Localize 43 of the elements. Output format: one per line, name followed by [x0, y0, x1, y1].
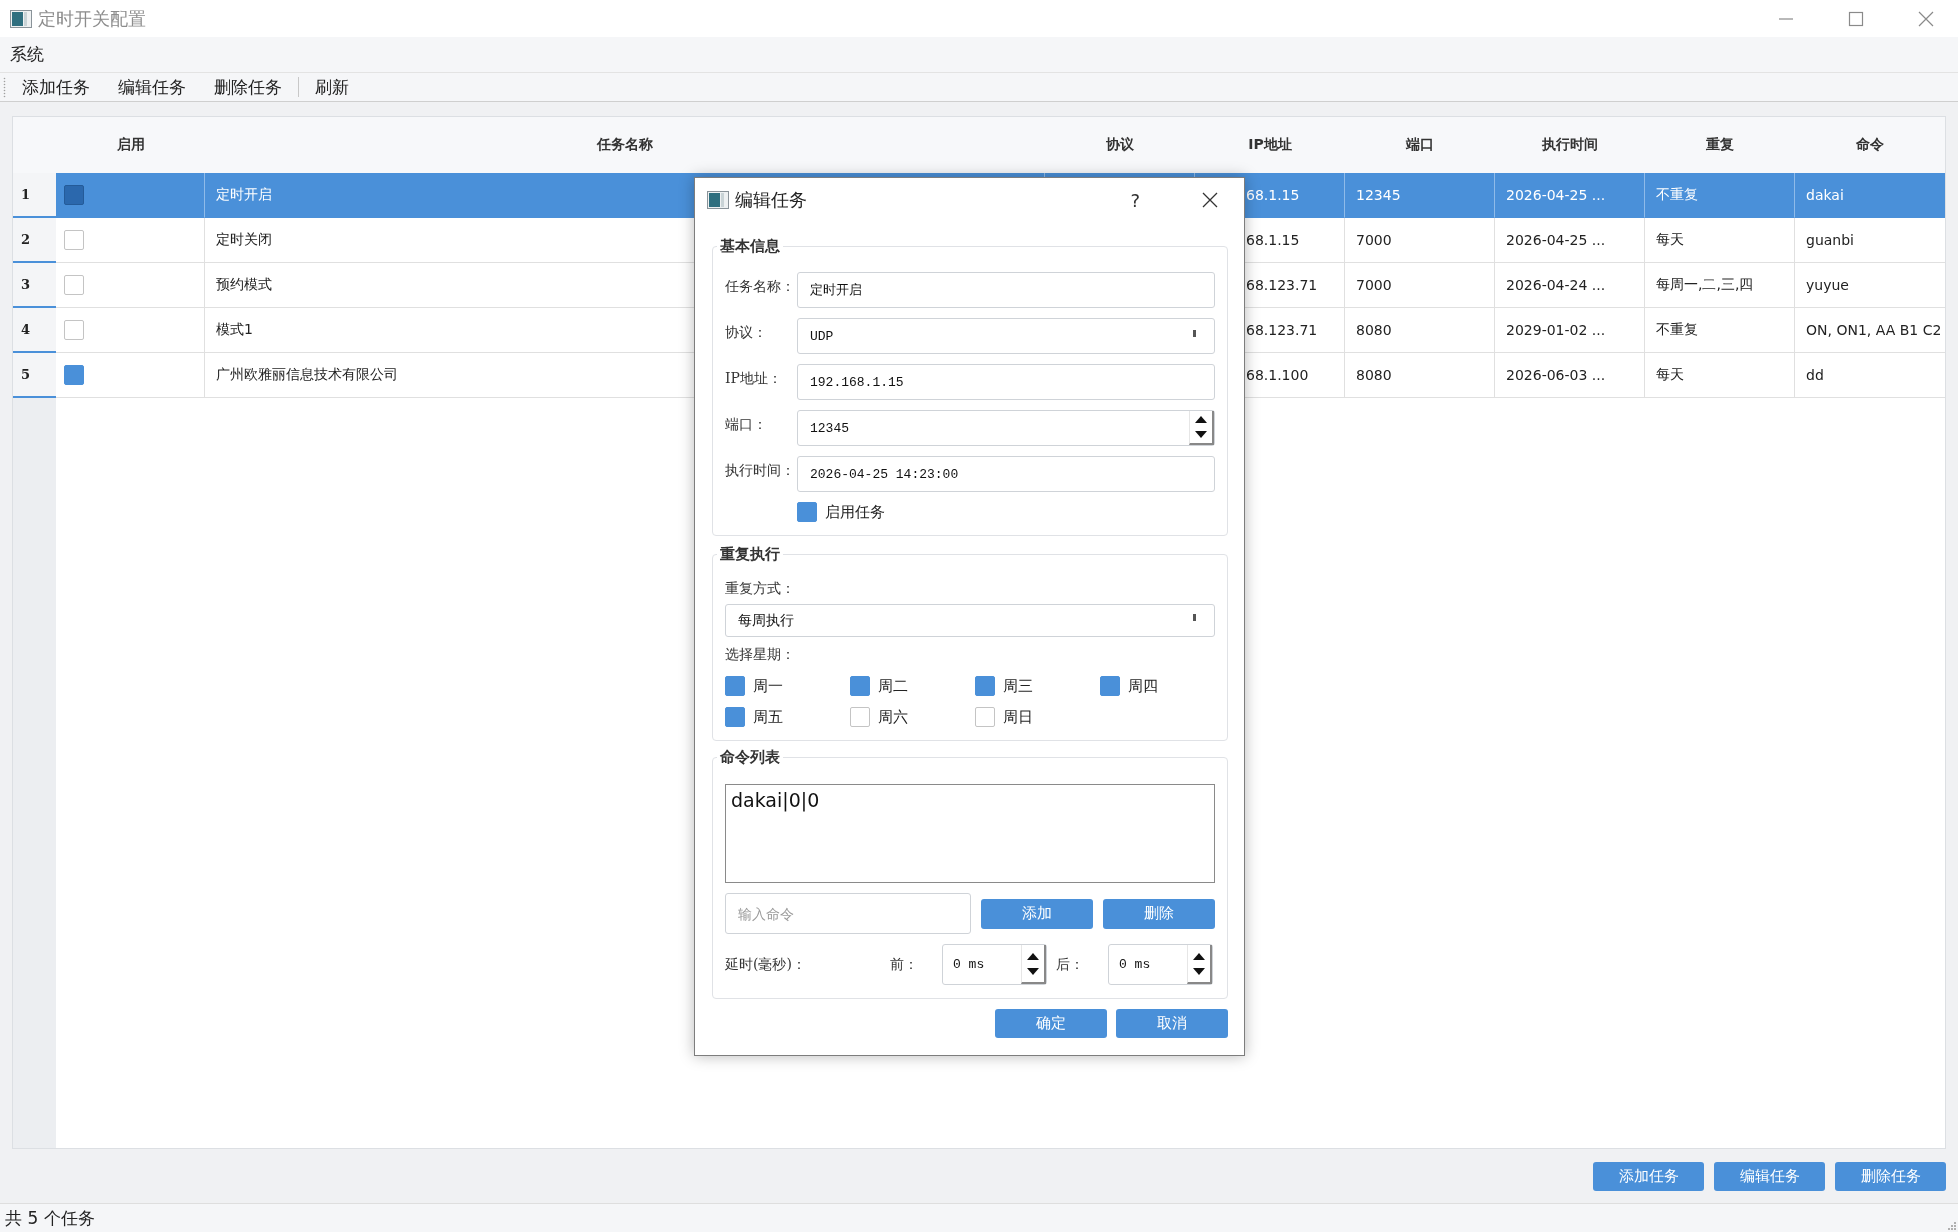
- ip-address-text: 68.1.100: [1246, 367, 1309, 383]
- field-label: 延时(毫秒)：: [725, 955, 807, 974]
- ip-address-text: 68.123.71: [1246, 322, 1318, 338]
- field-label: 重复方式：: [725, 579, 796, 597]
- checkbox-label: 周一: [753, 676, 783, 696]
- checkbox-label: 周三: [1003, 676, 1033, 696]
- checkbox-label: 启用任务: [825, 502, 885, 522]
- group-title: 命令列表: [719, 747, 781, 767]
- field-label: 端口：: [725, 415, 768, 434]
- table-cell: 8080: [1345, 353, 1495, 398]
- checkbox-label: 周二: [878, 676, 908, 696]
- checkbox-label: 周五: [753, 707, 783, 727]
- status-text: 共 5 个任务: [5, 1206, 95, 1230]
- group-title: 重复执行: [719, 544, 781, 564]
- field-label: 协议：: [725, 323, 768, 342]
- row-number: 5: [13, 353, 56, 398]
- checkbox-label: 周四: [1128, 676, 1158, 696]
- table-cell: 每天: [1645, 353, 1795, 398]
- ip-address-text: 68.1.15: [1246, 232, 1300, 248]
- table-cell: dd: [1795, 353, 1945, 398]
- field-label: 选择星期：: [725, 645, 796, 663]
- field-label: 前：: [890, 955, 919, 974]
- field-label: IP地址：: [725, 369, 783, 388]
- ip-address-text: 68.123.71: [1246, 277, 1318, 293]
- dialog-title: 编辑任务: [735, 188, 807, 212]
- field-label: 执行时间：: [725, 461, 796, 480]
- row-number: 3: [13, 263, 56, 308]
- task-name-text: 定时开启: [216, 186, 272, 204]
- checkbox-label: 周日: [1003, 707, 1033, 727]
- checkbox-label: 周六: [878, 707, 908, 727]
- table-cell: 2026-06-03 ...: [1495, 353, 1645, 398]
- task-name-text: 定时关闭: [216, 231, 272, 249]
- task-name-text: 广州欧雅丽信息技术有限公司: [216, 366, 398, 384]
- row-number: 1: [13, 173, 56, 218]
- field-label: 后：: [1056, 955, 1085, 974]
- group-title: 基本信息: [719, 236, 781, 256]
- field-label: 任务名称：: [725, 277, 796, 296]
- task-name-text: 预约模式: [216, 276, 272, 294]
- window-title: 定时开关配置: [38, 6, 146, 31]
- row-number: 4: [13, 308, 56, 353]
- row-number: 2: [13, 218, 56, 263]
- task-name-text: 模式1: [216, 321, 253, 339]
- ip-address-text: 68.1.15: [1246, 187, 1300, 203]
